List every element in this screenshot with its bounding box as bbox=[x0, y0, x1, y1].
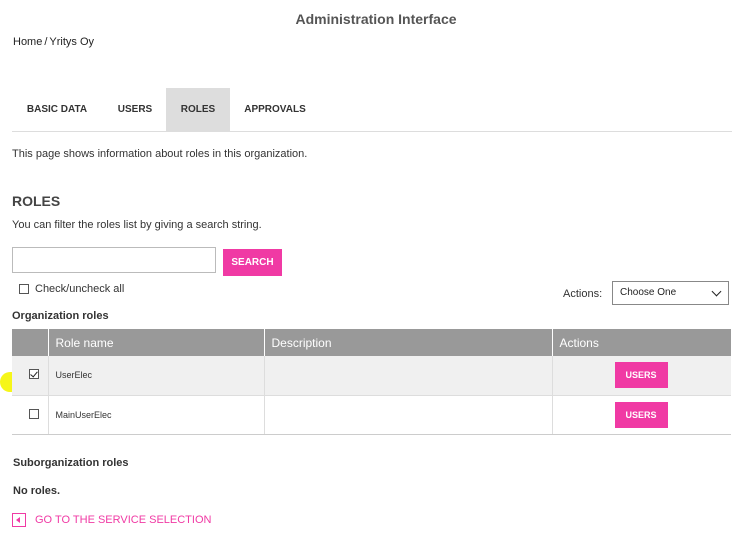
table-header-row: Role name Description Actions bbox=[12, 329, 731, 356]
table-row: MainUserElec USERS bbox=[12, 395, 731, 435]
service-selection-link[interactable]: GO TO THE SERVICE SELECTION bbox=[12, 513, 211, 527]
role-users-button[interactable]: USERS bbox=[614, 401, 668, 428]
search-input[interactable] bbox=[12, 247, 216, 273]
roles-table: Role name Description Actions UserElec U… bbox=[12, 329, 731, 435]
breadcrumb-separator: / bbox=[44, 36, 48, 48]
tab-users[interactable]: USERS bbox=[106, 88, 164, 131]
row-checkbox[interactable] bbox=[29, 408, 40, 419]
actions-select[interactable]: Choose One bbox=[612, 281, 729, 305]
tab-bar: BASIC DATA USERS ROLES APPROVALS bbox=[12, 88, 732, 132]
intro-text: This page shows information about roles … bbox=[12, 148, 308, 160]
actions-cell: USERS bbox=[552, 356, 731, 396]
header-description: Description bbox=[264, 329, 553, 356]
tab-approvals[interactable]: APPROVALS bbox=[234, 88, 316, 131]
check-all-label: Check/uncheck all bbox=[35, 283, 125, 295]
tab-roles[interactable]: ROLES bbox=[166, 88, 230, 131]
page-title: Administration Interface bbox=[295, 11, 457, 27]
role-users-button[interactable]: USERS bbox=[614, 362, 668, 389]
filter-help-text: You can filter the roles list by giving … bbox=[12, 219, 262, 231]
roles-heading: ROLES bbox=[12, 193, 61, 209]
service-selection-label: GO TO THE SERVICE SELECTION bbox=[35, 514, 212, 526]
back-arrow-icon bbox=[12, 513, 26, 527]
actions-cell: USERS bbox=[552, 395, 731, 435]
header-check bbox=[12, 329, 49, 356]
table-row: UserElec USERS bbox=[12, 356, 731, 396]
role-name-cell: UserElec bbox=[48, 356, 265, 396]
breadcrumb: Home / Yritys Oy bbox=[13, 36, 94, 48]
row-checkbox[interactable] bbox=[29, 369, 40, 380]
chevron-down-icon bbox=[711, 286, 722, 297]
breadcrumb-current: Yritys Oy bbox=[49, 36, 95, 48]
search-button[interactable]: SEARCH bbox=[223, 249, 282, 276]
header-actions: Actions bbox=[552, 329, 731, 356]
row-check-cell bbox=[12, 356, 49, 396]
actions-label: Actions: bbox=[563, 288, 603, 300]
suborg-roles-title: Suborganization roles bbox=[13, 457, 129, 469]
check-all-checkbox[interactable] bbox=[19, 284, 29, 294]
no-roles-text: No roles. bbox=[13, 485, 61, 497]
row-check-cell bbox=[12, 395, 49, 435]
actions-select-value: Choose One bbox=[620, 287, 677, 298]
description-cell bbox=[264, 395, 553, 435]
tab-basic-data[interactable]: BASIC DATA bbox=[12, 88, 102, 131]
description-cell bbox=[264, 356, 553, 396]
check-all-toggle[interactable]: Check/uncheck all bbox=[19, 283, 124, 295]
header-role-name: Role name bbox=[48, 329, 265, 356]
org-roles-title: Organization roles bbox=[12, 310, 109, 322]
role-name-cell: MainUserElec bbox=[48, 395, 265, 435]
breadcrumb-home-link[interactable]: Home bbox=[13, 36, 42, 48]
